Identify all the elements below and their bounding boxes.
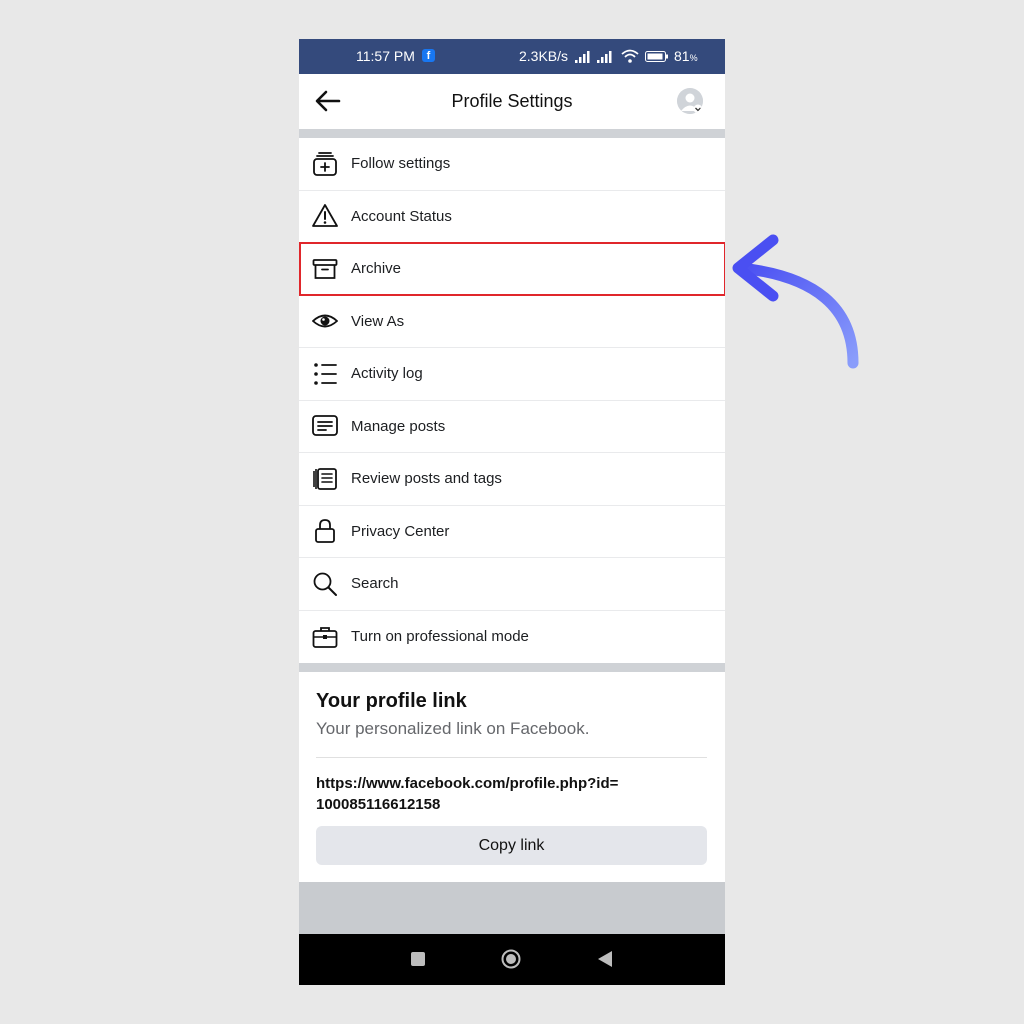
menu-item-label: Activity log <box>351 365 423 383</box>
phone-screen: 11:57 PM f 2.3KB/s 81% Profile Settings <box>299 39 725 985</box>
signal-icon <box>597 51 612 63</box>
section-divider <box>299 129 725 138</box>
menu-item-activity-log[interactable]: Activity log <box>299 348 725 401</box>
search-icon <box>313 572 337 596</box>
copy-link-button[interactable]: Copy link <box>316 826 707 865</box>
lock-icon <box>315 519 335 544</box>
archive-box-icon <box>312 258 338 279</box>
warning-icon <box>312 204 338 228</box>
menu-item-professional-mode[interactable]: Turn on professional mode <box>299 611 725 664</box>
settings-menu: Follow settings Account Status Archive V… <box>299 138 725 663</box>
profile-url: https://www.facebook.com/profile.php?id=… <box>316 775 619 813</box>
menu-item-view-as[interactable]: View As <box>299 296 725 348</box>
menu-item-follow-settings[interactable]: Follow settings <box>299 138 725 191</box>
annotation-arrow-icon <box>732 234 859 369</box>
follow-settings-icon <box>313 151 337 176</box>
app-header: Profile Settings <box>299 74 725 129</box>
menu-item-manage-posts[interactable]: Manage posts <box>299 401 725 453</box>
status-bar: 11:57 PM f 2.3KB/s 81% <box>299 39 725 74</box>
facebook-notification-icon: f <box>422 49 435 62</box>
battery-icon <box>645 51 668 62</box>
section-subtitle: Your personalized link on Facebook. <box>316 719 590 738</box>
menu-item-archive[interactable]: Archive <box>299 243 725 296</box>
list-icon <box>314 362 337 385</box>
review-posts-icon <box>313 467 337 490</box>
menu-item-label: Archive <box>351 260 402 278</box>
menu-item-label: Search <box>351 575 399 593</box>
menu-item-label: Follow settings <box>351 155 451 173</box>
menu-item-label: Manage posts <box>351 417 446 435</box>
menu-item-label: Privacy Center <box>351 522 450 540</box>
footer-spacer <box>299 882 725 934</box>
briefcase-icon <box>312 626 338 648</box>
home-icon[interactable] <box>501 949 521 969</box>
android-nav-bar <box>299 934 725 985</box>
message-lines-icon <box>312 415 338 437</box>
menu-item-label: View As <box>351 312 405 330</box>
battery-percent: 81% <box>674 48 698 64</box>
profile-link-section: Your profile link Your personalized link… <box>299 672 725 882</box>
menu-item-privacy-center[interactable]: Privacy Center <box>299 506 725 558</box>
menu-item-label: Turn on professional mode <box>351 628 529 646</box>
section-divider <box>299 663 725 672</box>
recent-apps-icon[interactable] <box>411 952 425 966</box>
avatar-icon <box>677 88 703 114</box>
network-speed: 2.3KB/s <box>519 48 569 64</box>
menu-item-account-status[interactable]: Account Status <box>299 191 725 243</box>
divider <box>316 757 707 758</box>
menu-item-search[interactable]: Search <box>299 558 725 611</box>
eye-icon <box>312 314 338 328</box>
menu-item-review-posts[interactable]: Review posts and tags <box>299 453 725 506</box>
menu-item-label: Account Status <box>351 207 452 225</box>
status-time: 11:57 PM <box>356 48 415 64</box>
section-title: Your profile link <box>316 690 467 712</box>
avatar[interactable] <box>677 88 703 114</box>
page-title: Profile Settings <box>451 91 573 111</box>
menu-item-label: Review posts and tags <box>351 470 502 488</box>
wifi-icon <box>621 49 639 63</box>
nav-back-icon[interactable] <box>597 950 613 968</box>
signal-icon <box>575 51 590 63</box>
